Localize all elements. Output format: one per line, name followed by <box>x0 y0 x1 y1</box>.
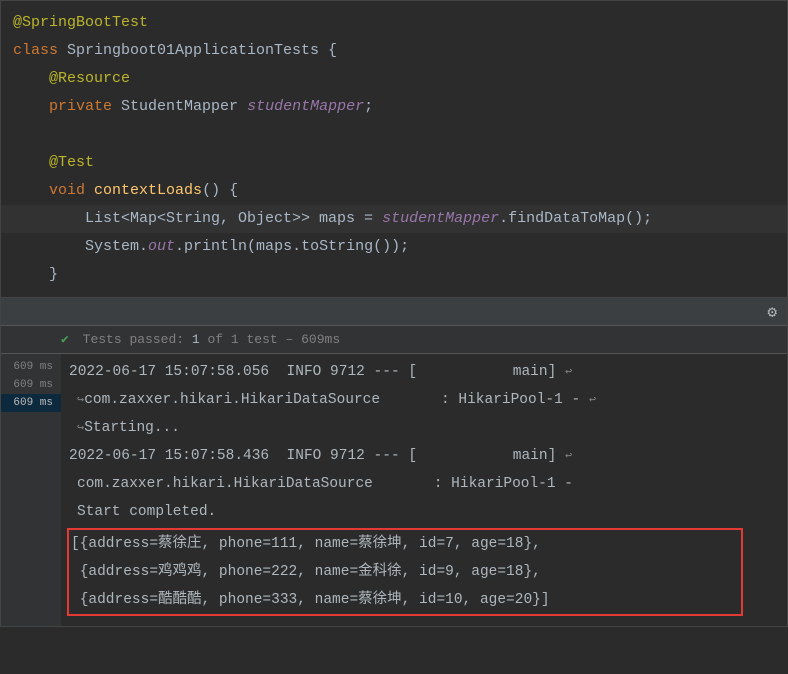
class-decl: Springboot01ApplicationTests { <box>58 42 337 59</box>
anno-test: @Test <box>49 154 94 171</box>
anno-springboottest: @SpringBootTest <box>13 14 148 31</box>
check-icon: ✔ <box>61 332 69 347</box>
panel-toolbar: ⚙ <box>1 298 787 326</box>
tests-passed-label: Tests passed: <box>83 332 184 347</box>
wrap-icon: ↩ <box>565 365 572 379</box>
gear-icon[interactable]: ⚙ <box>767 302 777 322</box>
code-editor[interactable]: @SpringBootTest class Springboot01Applic… <box>0 0 788 297</box>
log-line: ↪com.zaxxer.hikari.HikariDataSource : Hi… <box>69 386 779 414</box>
console-area: 609 ms 609 ms 609 ms 2022-06-17 15:07:58… <box>1 354 787 626</box>
test-status-bar: ✔ Tests passed: 1 of 1 test – 609ms <box>1 326 787 354</box>
field-studentmapper: studentMapper <box>247 98 364 115</box>
wrap-icon: ↩ <box>565 449 572 463</box>
gutter-time-1[interactable]: 609 ms <box>1 358 61 376</box>
tests-passed-count: 1 <box>192 332 208 347</box>
highlighted-line: List<Map<String, Object>> maps = student… <box>1 205 787 233</box>
method-contextloads: contextLoads <box>85 182 202 199</box>
test-tree-gutter[interactable]: 609 ms 609 ms 609 ms <box>1 354 61 626</box>
log-line: Start completed. <box>69 498 779 526</box>
type-studentmapper: StudentMapper <box>112 98 247 115</box>
output-line: {address=鸡鸡鸡, phone=222, name=金科徐, id=9,… <box>71 558 739 586</box>
field-ref: studentMapper <box>382 210 499 227</box>
log-line: 2022-06-17 15:07:58.436 INFO 9712 --- [ … <box>69 442 779 470</box>
anno-resource: @Resource <box>49 70 130 87</box>
output-line: {address=酷酷酷, phone=333, name=蔡徐坤, id=10… <box>71 586 739 614</box>
gutter-time-3[interactable]: 609 ms <box>1 394 61 412</box>
log-line: ↪Starting... <box>69 414 779 442</box>
output-line: [{address=蔡徐庄, phone=111, name=蔡徐坤, id=7… <box>71 530 739 558</box>
console-output[interactable]: 2022-06-17 15:07:58.056 INFO 9712 --- [ … <box>61 354 787 626</box>
kw-void: void <box>49 182 85 199</box>
field-out: out <box>148 238 175 255</box>
tests-passed-suffix: of 1 test – 609ms <box>208 332 341 347</box>
wrap-icon: ↩ <box>589 393 596 407</box>
run-panel: ⚙ ✔ Tests passed: 1 of 1 test – 609ms 60… <box>0 297 788 627</box>
kw-class: class <box>13 42 58 59</box>
gutter-time-2[interactable]: 609 ms <box>1 376 61 394</box>
kw-private: private <box>49 98 112 115</box>
log-line: 2022-06-17 15:07:58.056 INFO 9712 --- [ … <box>69 358 779 386</box>
log-line: com.zaxxer.hikari.HikariDataSource : Hik… <box>69 470 779 498</box>
highlighted-output: [{address=蔡徐庄, phone=111, name=蔡徐坤, id=7… <box>67 528 743 616</box>
